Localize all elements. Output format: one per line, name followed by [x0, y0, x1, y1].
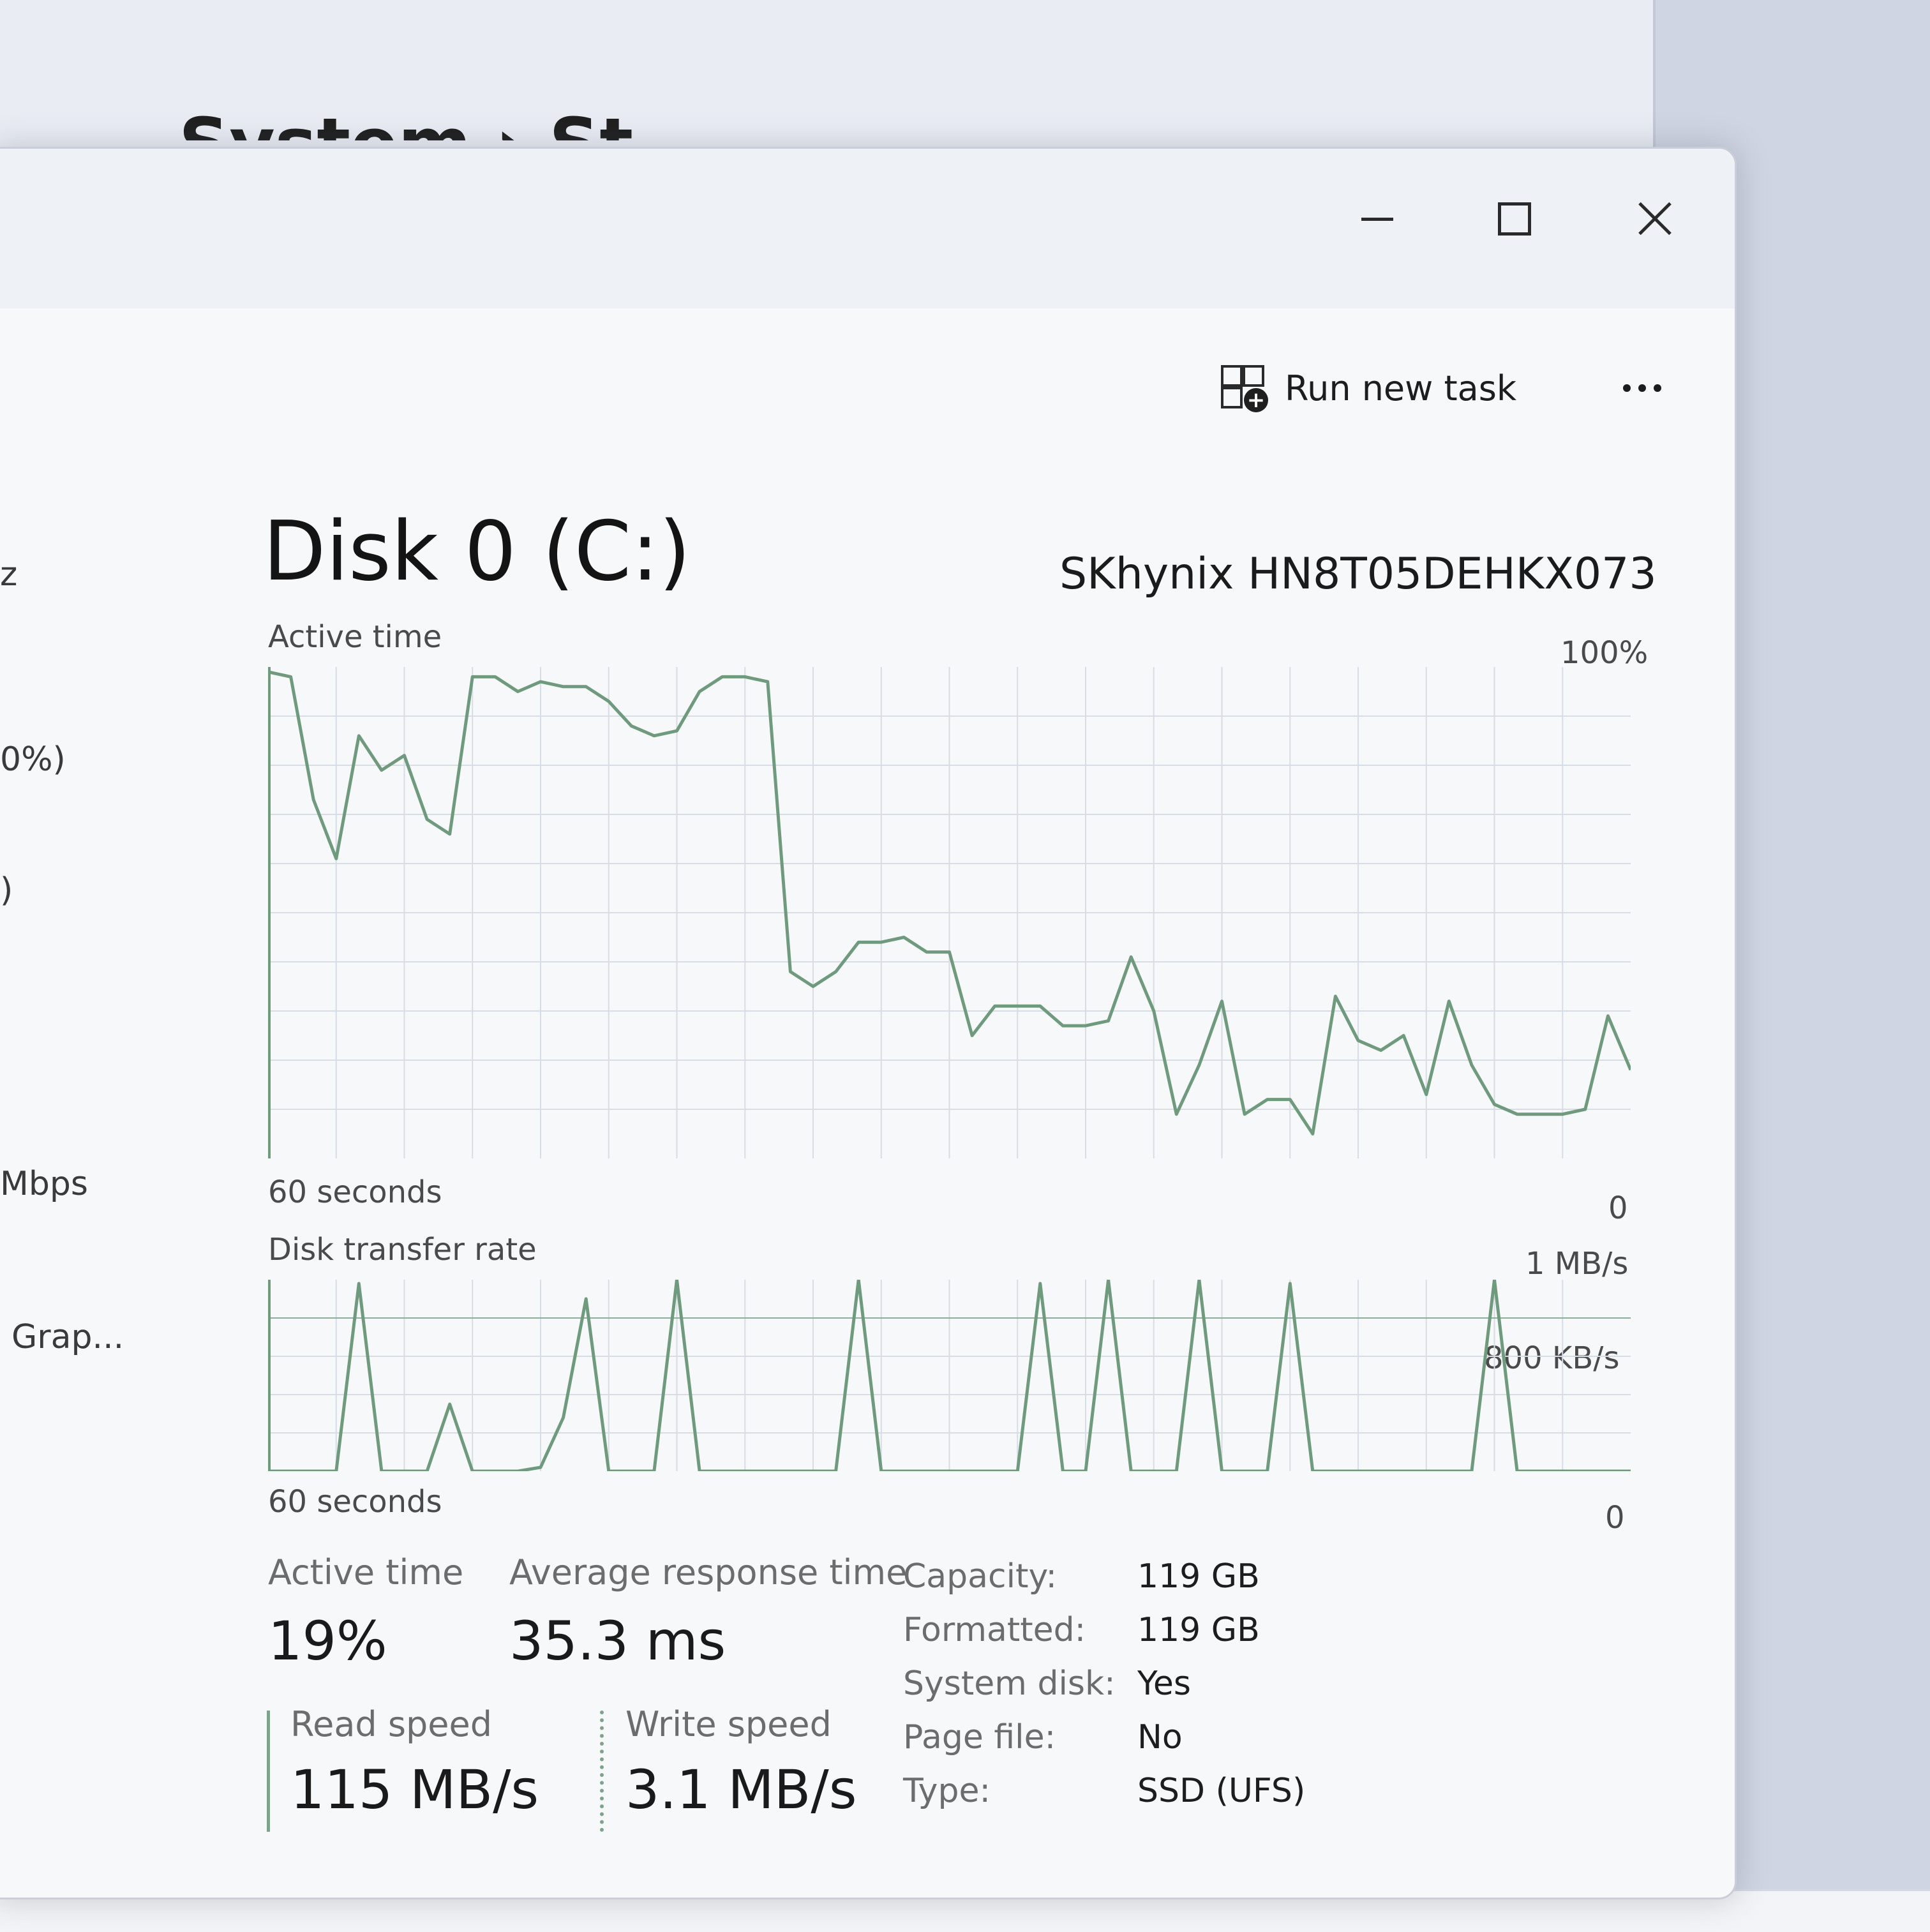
page-file-value: No: [1137, 1718, 1183, 1756]
run-new-task-button[interactable]: + Run new task: [1221, 356, 1516, 420]
system-disk-label: System disk:: [903, 1665, 1116, 1703]
minimize-button[interactable]: [1333, 174, 1422, 264]
capacity-label: Capacity:: [903, 1557, 1057, 1596]
run-task-icon: +: [1221, 365, 1268, 412]
sidebar-item-memory[interactable]: 0%): [0, 740, 66, 779]
disk-model: SKhynix HN8T05DEHKX073: [1059, 549, 1657, 599]
active-time-duration-label: 60 seconds: [268, 1174, 442, 1210]
transfer-rate-max-label: 1 MB/s: [1525, 1246, 1629, 1282]
write-speed-indicator: [600, 1711, 604, 1832]
sidebar-item-disk[interactable]: ): [0, 871, 13, 910]
title-bar[interactable]: [0, 149, 1735, 308]
avg-response-stat-label: Average response time: [509, 1552, 908, 1592]
read-speed-value: 115 MB/s: [290, 1758, 539, 1821]
formatted-label: Formatted:: [903, 1611, 1086, 1649]
type-label: Type:: [903, 1772, 991, 1810]
page-file-label: Page file:: [903, 1718, 1056, 1756]
page-title: Disk 0 (C:): [263, 504, 691, 599]
maximize-button[interactable]: [1470, 174, 1559, 264]
active-time-min-label: 0: [1608, 1190, 1628, 1226]
transfer-rate-min-label: 0: [1605, 1500, 1625, 1536]
avg-response-stat-value: 35.3 ms: [509, 1610, 726, 1672]
system-disk-value: Yes: [1137, 1665, 1191, 1703]
sidebar-item-network[interactable]: Mbps: [0, 1165, 88, 1203]
background-window-title: System › St: [179, 96, 633, 140]
active-time-chart: [268, 667, 1631, 1158]
write-speed-value: 3.1 MB/s: [625, 1758, 857, 1821]
transfer-rate-duration-label: 60 seconds: [268, 1484, 442, 1520]
more-options-button[interactable]: [1607, 356, 1677, 420]
minimize-icon: [1361, 217, 1393, 221]
active-time-chart-label: Active time: [268, 619, 442, 655]
active-time-max-label: 100%: [1560, 635, 1649, 671]
close-button[interactable]: [1610, 174, 1700, 264]
sidebar-item-gpu[interactable]: Grap...: [11, 1318, 124, 1356]
sidebar-item-cpu[interactable]: z: [0, 555, 17, 594]
more-options-icon: [1623, 384, 1631, 392]
transfer-rate-chart-label: Disk transfer rate: [268, 1232, 537, 1268]
read-speed-label: Read speed: [290, 1704, 492, 1744]
type-value: SSD (UFS): [1137, 1772, 1306, 1810]
read-speed-indicator: [267, 1711, 270, 1832]
write-speed-label: Write speed: [625, 1704, 832, 1744]
active-time-stat-value: 19%: [268, 1610, 387, 1672]
run-new-task-label: Run new task: [1285, 368, 1517, 408]
capacity-value: 119 GB: [1137, 1557, 1260, 1596]
formatted-value: 119 GB: [1137, 1611, 1260, 1649]
close-icon: [1637, 201, 1673, 237]
active-time-stat-label: Active time: [268, 1552, 464, 1592]
maximize-icon: [1498, 202, 1531, 236]
transfer-rate-chart: [268, 1280, 1631, 1471]
